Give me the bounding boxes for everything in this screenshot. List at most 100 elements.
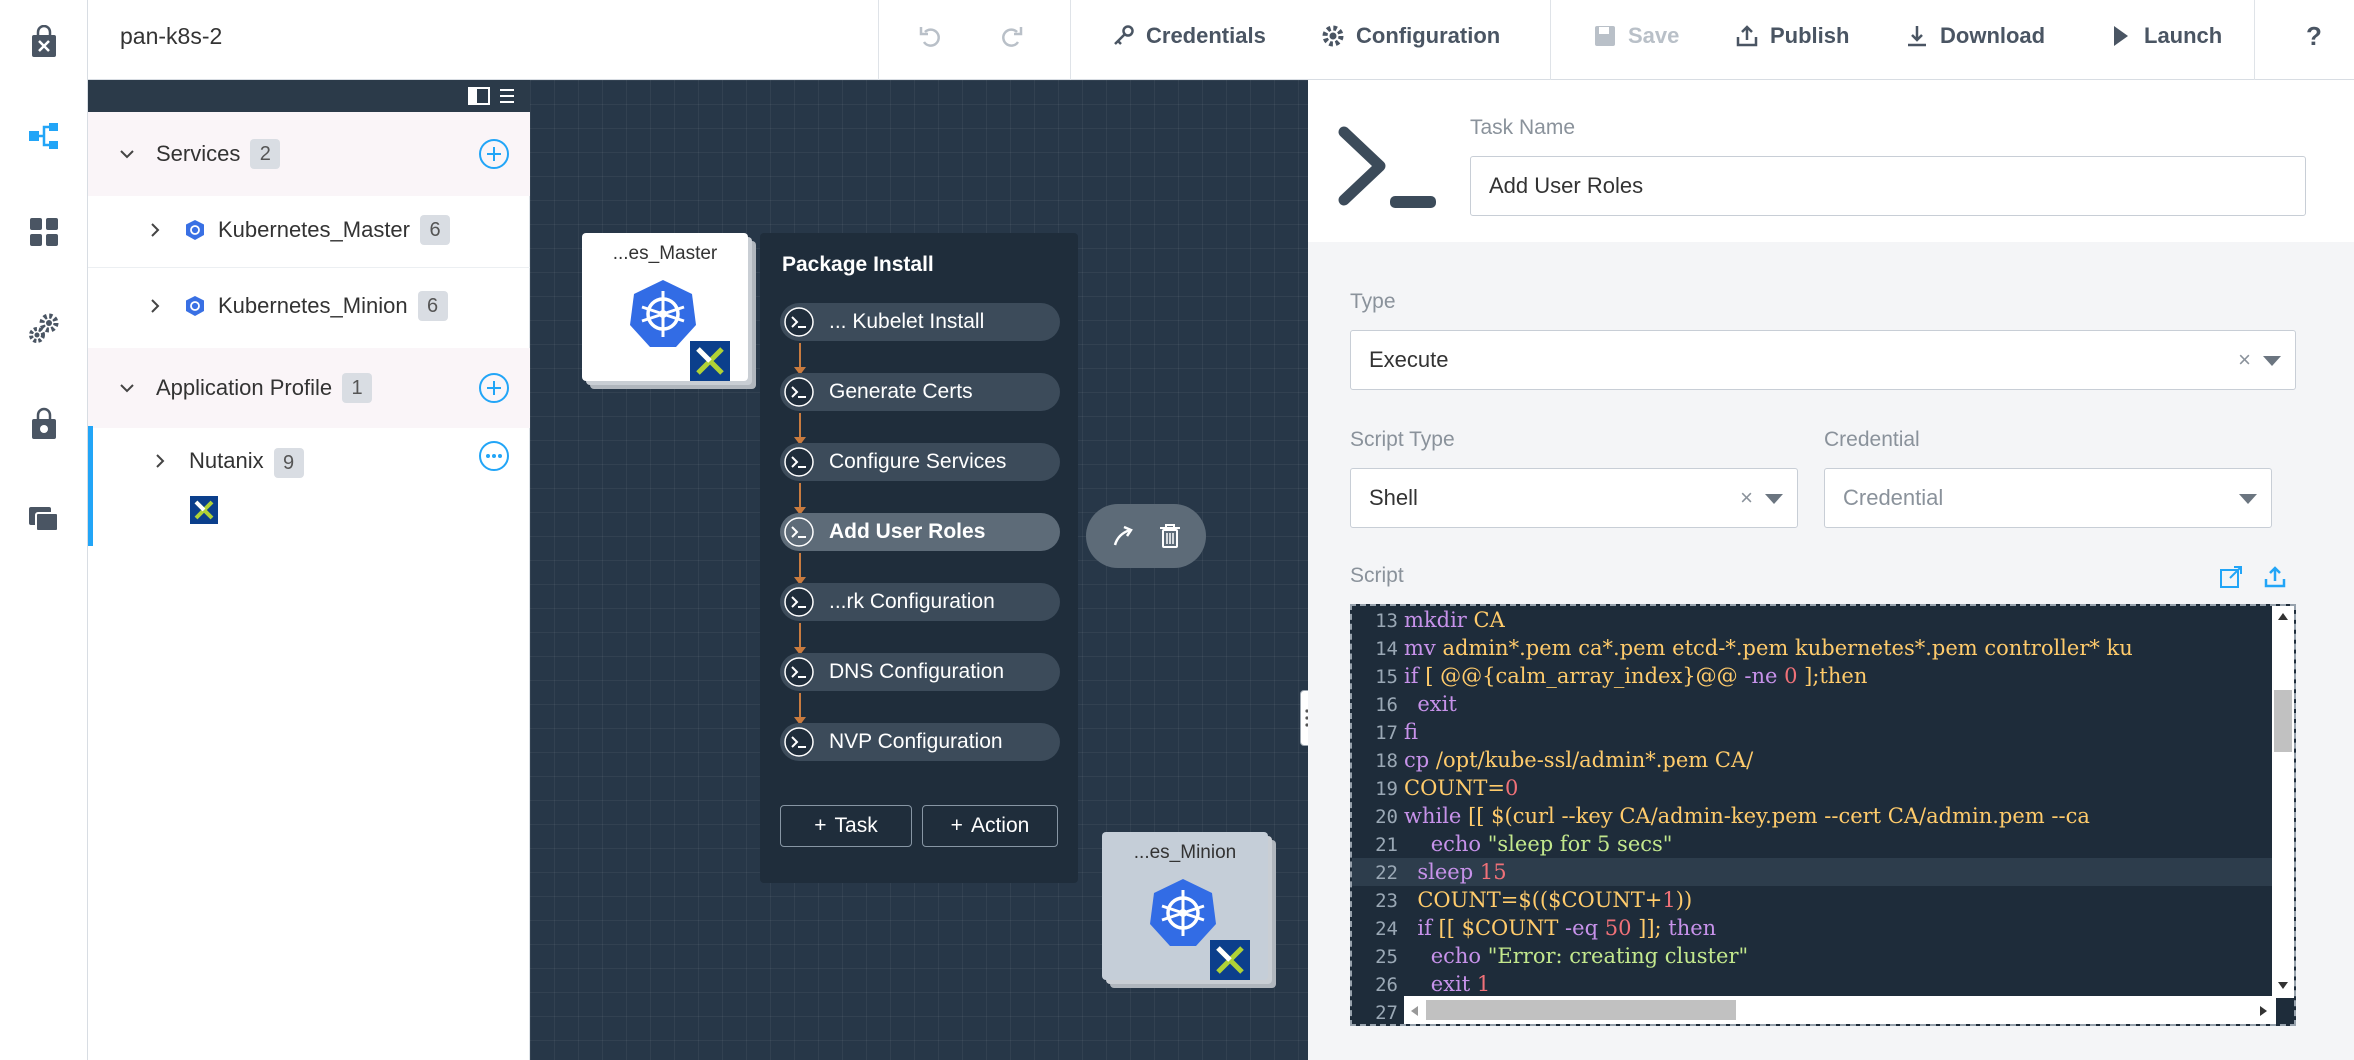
- add-task-button[interactable]: + Task: [780, 805, 912, 847]
- code-text: cp /opt/kube-ssl/admin*.pem CA/: [1404, 748, 1754, 772]
- type-select[interactable]: Execute ×: [1350, 330, 2296, 390]
- task-add-user-roles[interactable]: Add User Roles: [780, 513, 1060, 551]
- service-item-kubernetes-master[interactable]: Kubernetes_Master 6: [88, 192, 530, 268]
- services-section-header[interactable]: Services 2: [88, 112, 530, 196]
- publish-label: Publish: [1770, 23, 1850, 48]
- app-profile-section-header[interactable]: Application Profile 1: [88, 348, 530, 428]
- code-line: 18 cp /opt/kube-ssl/admin*.pem CA/: [1352, 746, 1753, 774]
- code-text: mkdir CA: [1404, 608, 1505, 632]
- task-dns-configuration[interactable]: DNS Configuration: [780, 653, 1060, 691]
- task-name-input[interactable]: Add User Roles: [1470, 156, 2306, 216]
- service-count-badge: 6: [420, 214, 450, 245]
- task-label: ...rk Configuration: [829, 590, 995, 613]
- type-label: Type: [1350, 290, 1396, 313]
- service-card-master[interactable]: ...es_Master: [582, 233, 748, 381]
- terminal-icon: [784, 657, 814, 687]
- plus-icon: +: [950, 814, 963, 837]
- launch-button[interactable]: Launch: [2108, 0, 2222, 72]
- horizontal-scroll-thumb[interactable]: [1426, 1000, 1736, 1020]
- script-code-editor[interactable]: 13 mkdir CA 14 mv admin*.pem ca*.pem etcd-*…: [1350, 604, 2296, 1026]
- blueprint-name[interactable]: pan-k8s-2: [120, 0, 222, 80]
- task-kubelet-install[interactable]: ... Kubelet Install: [780, 303, 1060, 341]
- terminal-icon: [784, 517, 814, 547]
- download-button[interactable]: Download: [1904, 0, 2045, 72]
- task-label: ... Kubelet Install: [829, 310, 985, 333]
- package-title: Package Install: [782, 253, 934, 276]
- line-number: 22: [1375, 862, 1398, 884]
- service-card-minion[interactable]: ...es_Minion: [1102, 832, 1268, 980]
- save-button[interactable]: Save: [1592, 0, 1679, 72]
- undo-icon: [919, 27, 940, 47]
- connect-arrow-icon[interactable]: [1110, 522, 1138, 550]
- line-number: 13: [1375, 610, 1398, 632]
- key-icon: [1114, 25, 1134, 45]
- undo-button[interactable]: [918, 0, 944, 72]
- panel-layout-icon[interactable]: [468, 87, 490, 105]
- task-nvp-configuration[interactable]: NVP Configuration: [780, 723, 1060, 761]
- clear-type-icon[interactable]: ×: [2238, 347, 2251, 373]
- code-text: mv admin*.pem ca*.pem etcd-*.pem kuberne…: [1404, 636, 2133, 660]
- redo-button[interactable]: [998, 0, 1024, 72]
- settings-gears-icon[interactable]: [0, 292, 88, 364]
- scroll-up-icon[interactable]: [2276, 610, 2290, 622]
- task-editor-panel: Task Name Add User Roles Type Execute × …: [1308, 80, 2354, 1060]
- code-line: 19 COUNT=0: [1352, 774, 1518, 802]
- blueprint-canvas[interactable]: ...es_Master Package Install ... Kubelet…: [530, 80, 1314, 1060]
- upload-script-icon[interactable]: [2262, 564, 2288, 590]
- code-line: 24 if [[ $COUNT -eq 50 ]]; then: [1352, 914, 1716, 942]
- projects-folder-icon[interactable]: [0, 482, 88, 554]
- marketplace-bag-icon[interactable]: [0, 6, 88, 78]
- expand-external-icon[interactable]: [2218, 564, 2244, 590]
- publish-button[interactable]: Publish: [1734, 0, 1849, 72]
- code-text: if [ @@{calm_array_index}@@ -ne 0 ];then: [1404, 664, 1868, 688]
- panel-header: [88, 80, 530, 112]
- task-generate-certs[interactable]: Generate Certs: [780, 373, 1060, 411]
- launch-label: Launch: [2144, 23, 2223, 48]
- nutanix-logo-icon: [1210, 940, 1250, 980]
- nutanix-logo-icon: [190, 496, 218, 524]
- help-button[interactable]: ?: [2306, 0, 2322, 72]
- terminal-icon: [784, 307, 814, 337]
- script-type-select[interactable]: Shell ×: [1350, 468, 1798, 528]
- service-card-name: ...es_Master: [612, 243, 718, 264]
- service-item-kubernetes-minion[interactable]: Kubernetes_Minion 6: [88, 268, 530, 344]
- credentials-button[interactable]: Credentials: [1110, 0, 1266, 72]
- kubernetes-icon: [186, 296, 204, 316]
- add-profile-icon[interactable]: [478, 372, 510, 404]
- vertical-scroll-thumb[interactable]: [2274, 690, 2292, 752]
- vertical-scrollbar[interactable]: [2272, 606, 2294, 998]
- add-action-label: Action: [970, 814, 1030, 837]
- toolbar-divider: [878, 0, 879, 80]
- task-label: NVP Configuration: [829, 730, 1003, 753]
- service-card-name: ...es_Minion: [1133, 842, 1237, 863]
- line-number: 19: [1375, 778, 1398, 800]
- credential-select[interactable]: Credential: [1824, 468, 2272, 528]
- scroll-left-icon[interactable]: [1408, 1004, 1420, 1018]
- task-action-bubble: [1086, 504, 1206, 568]
- task-configure-services[interactable]: Configure Services: [780, 443, 1060, 481]
- add-service-icon[interactable]: [478, 138, 510, 170]
- apps-grid-icon[interactable]: [0, 196, 88, 268]
- trash-icon[interactable]: [1157, 522, 1183, 550]
- terminal-icon: [784, 377, 814, 407]
- scroll-right-icon[interactable]: [2258, 1004, 2270, 1018]
- kubernetes-logo-icon: [1150, 879, 1216, 946]
- profile-item-nutanix[interactable]: Nutanix 9: [88, 426, 530, 546]
- configuration-button[interactable]: Configuration: [1320, 0, 1500, 72]
- panel-list-icon[interactable]: [498, 87, 516, 105]
- code-text: while [[ $(curl --key CA/admin-key.pem -…: [1404, 804, 2090, 828]
- lock-bag-icon[interactable]: [0, 388, 88, 460]
- nutanix-logo-icon: [690, 341, 730, 381]
- top-toolbar: pan-k8s-2 Credentials Configuration Save…: [88, 0, 2354, 80]
- blueprint-icon[interactable]: [0, 100, 88, 172]
- clear-script-type-icon[interactable]: ×: [1740, 485, 1753, 511]
- line-number: 17: [1375, 722, 1398, 744]
- scroll-down-icon[interactable]: [2276, 980, 2290, 992]
- task-network-configuration[interactable]: ...rk Configuration: [780, 583, 1060, 621]
- profile-more-options-icon[interactable]: [478, 440, 510, 472]
- horizontal-scrollbar[interactable]: [1404, 996, 2276, 1024]
- add-action-button[interactable]: + Action: [922, 805, 1058, 847]
- services-label: Services: [156, 141, 241, 166]
- line-number: 16: [1375, 694, 1398, 716]
- terminal-icon: [784, 727, 814, 757]
